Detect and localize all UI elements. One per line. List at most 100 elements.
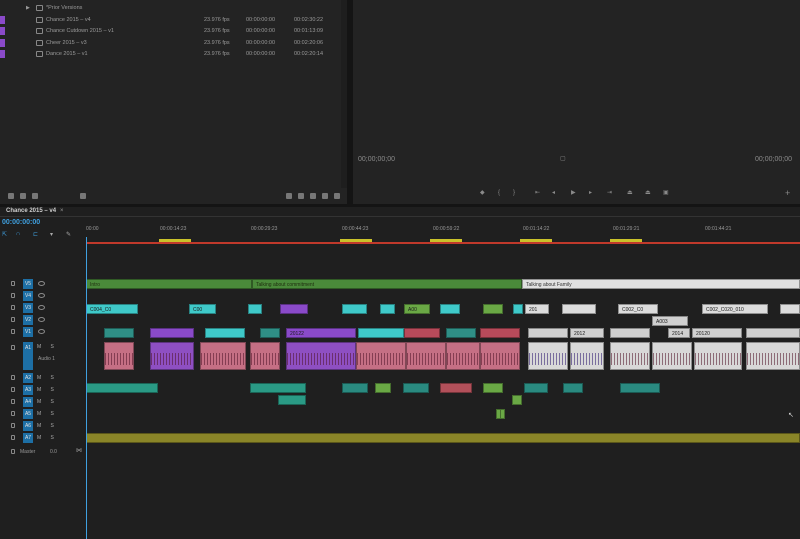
playhead[interactable]	[86, 237, 87, 539]
lock-icon[interactable]	[11, 399, 15, 404]
audio-clip-a1[interactable]	[480, 342, 520, 370]
go-to-out-icon[interactable]: ⇥	[607, 190, 613, 196]
lock-icon[interactable]	[11, 281, 15, 286]
step-forward-icon[interactable]: ▸	[589, 190, 595, 196]
lock-icon[interactable]	[11, 411, 15, 416]
project-sequence-row[interactable]: Chance 2015 – v4 23.976 fps 00:00:00:00 00:…	[0, 14, 347, 26]
audio-clip-a1[interactable]	[746, 342, 800, 370]
clip-v2[interactable]: 201	[525, 304, 549, 314]
project-sequence-row[interactable]: Cheer 2015 – v3 23.976 fps 00:00:00:00 00:0…	[0, 37, 347, 49]
clip-v2[interactable]: C002_C0	[618, 304, 658, 314]
audio-clip-a2[interactable]	[483, 383, 503, 393]
snap-icon[interactable]: ∩	[16, 231, 20, 237]
clip-v1[interactable]	[260, 328, 280, 338]
clip-v1[interactable]	[746, 328, 800, 338]
clip-v3-intro[interactable]: Intro	[86, 279, 252, 289]
program-timecode-in[interactable]: 00;00;00;00	[358, 156, 395, 163]
audio-clip-a2[interactable]	[403, 383, 429, 393]
mute-solo-icons[interactable]: M S	[37, 423, 58, 429]
audio-clip-a2[interactable]	[250, 383, 306, 393]
trash-icon[interactable]	[334, 193, 340, 199]
audio-clip-a1[interactable]	[286, 342, 356, 370]
eye-icon[interactable]	[38, 329, 45, 334]
mute-solo-icons[interactable]: M S	[37, 387, 58, 393]
lock-icon[interactable]	[11, 329, 15, 334]
audio-clip-a3[interactable]	[512, 395, 522, 405]
track-target-a4[interactable]: A4	[23, 397, 33, 407]
lock-icon[interactable]	[11, 345, 15, 350]
clip-v2[interactable]: C00	[189, 304, 216, 314]
lock-icon[interactable]	[11, 317, 15, 322]
freeform-view-icon[interactable]	[32, 193, 38, 199]
clip-v1[interactable]	[150, 328, 194, 338]
audio-clip-a2[interactable]	[342, 383, 368, 393]
add-button-icon[interactable]: +	[785, 189, 791, 198]
sequence-tab[interactable]: Chance 2015 – v4	[6, 208, 56, 214]
clip-v2[interactable]: A00	[404, 304, 430, 314]
track-target-v4[interactable]: V4	[23, 291, 33, 301]
clip-v1[interactable]: 2014	[668, 328, 690, 338]
nest-toggle-icon[interactable]: ⇱	[2, 231, 7, 238]
step-back-icon[interactable]: ◂	[552, 190, 558, 196]
lock-icon[interactable]	[11, 435, 15, 440]
clip-v2[interactable]	[780, 304, 800, 314]
master-toggle-icon[interactable]: ⋈	[76, 447, 82, 454]
clip-v2[interactable]	[248, 304, 262, 314]
track-target-a7[interactable]: A7	[23, 433, 33, 443]
clip-v2[interactable]	[380, 304, 395, 314]
track-target-v3[interactable]: V3	[23, 303, 33, 313]
track-target-a2[interactable]: A2	[23, 373, 33, 383]
go-to-in-icon[interactable]: ⇤	[535, 190, 541, 196]
find-icon[interactable]	[298, 193, 304, 199]
clip-v3-family[interactable]: Talking about Family	[522, 279, 800, 289]
audio-clip-a7-music[interactable]	[86, 433, 800, 443]
audio-clip-a1[interactable]	[446, 342, 480, 370]
clip-v2[interactable]	[513, 304, 523, 314]
zoom-slider-icon[interactable]	[80, 193, 86, 199]
extract-icon[interactable]: ⏏	[645, 190, 651, 196]
clip-v1[interactable]	[404, 328, 440, 338]
add-marker-timeline-icon[interactable]: ▾	[50, 231, 53, 238]
track-target-a1[interactable]: A1	[23, 342, 33, 370]
clip-v1[interactable]	[104, 328, 134, 338]
clip-v1[interactable]	[480, 328, 520, 338]
eye-icon[interactable]	[38, 293, 45, 298]
mute-solo-icons[interactable]: M S	[37, 399, 58, 405]
icon-view-icon[interactable]	[20, 193, 26, 199]
audio-clip-a1[interactable]	[200, 342, 246, 370]
clip-v2[interactable]	[280, 304, 308, 314]
clip-v2[interactable]	[483, 304, 503, 314]
lift-icon[interactable]: ⏏	[627, 190, 633, 196]
eye-icon[interactable]	[38, 305, 45, 310]
mark-in-icon[interactable]: {	[498, 190, 504, 196]
mute-solo-icons[interactable]: M S	[37, 435, 58, 441]
clip-v1[interactable]: A003	[652, 316, 688, 326]
track-target-a6[interactable]: A6	[23, 421, 33, 431]
audio-clip-a2[interactable]	[86, 383, 158, 393]
audio-clip-a1[interactable]	[150, 342, 194, 370]
clip-v1[interactable]: 20122	[286, 328, 356, 338]
audio-clip-a1[interactable]	[104, 342, 134, 370]
lock-icon[interactable]	[11, 387, 15, 392]
mute-solo-icons[interactable]: M S	[37, 375, 58, 381]
clip-v2[interactable]: C002_C020_010	[702, 304, 768, 314]
play-icon[interactable]: ▶	[571, 190, 577, 196]
mute-solo-icons[interactable]: M S	[37, 411, 58, 417]
list-view-icon[interactable]	[8, 193, 14, 199]
wrench-icon[interactable]: ✎	[66, 231, 71, 238]
new-bin-icon[interactable]	[286, 193, 292, 199]
audio-clip-a2[interactable]	[563, 383, 583, 393]
clip-v1[interactable]	[528, 328, 568, 338]
clip-v3-commitment[interactable]: Talking about commitment	[252, 279, 522, 289]
mute-solo-icons[interactable]: M S	[37, 344, 58, 350]
audio-clip-a1[interactable]	[610, 342, 650, 370]
eye-icon[interactable]	[38, 281, 45, 286]
fit-icon[interactable]: ▢	[560, 156, 566, 162]
track-target-v1[interactable]: V1	[23, 327, 33, 337]
audio-clip-a1[interactable]	[406, 342, 446, 370]
project-sequence-row[interactable]: Dance 2015 – v1 23.976 fps 00:00:00:00 00:0…	[0, 48, 347, 60]
track-target-a3[interactable]: A3	[23, 385, 33, 395]
audio-clip-a1[interactable]	[652, 342, 692, 370]
clip-v1[interactable]	[205, 328, 245, 338]
expand-triangle-icon[interactable]: ▶	[26, 2, 30, 14]
